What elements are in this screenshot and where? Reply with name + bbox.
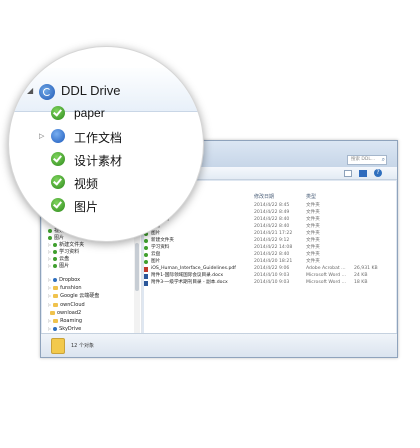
collapse-arrow-icon[interactable]: ◢ xyxy=(27,86,33,95)
folder-icon xyxy=(53,285,59,290)
search-placeholder: 搜索 DDL... xyxy=(351,157,376,162)
search-input[interactable]: 搜索 DDL... ⌕ xyxy=(347,155,387,165)
nav-item[interactable]: ▷ SkyDrive xyxy=(48,326,81,332)
nav-item[interactable]: ownload2 xyxy=(48,310,81,316)
skydrive-icon xyxy=(53,326,58,331)
file-row[interactable]: 设计素材2014/4/22 8:40文件夹 xyxy=(144,217,396,223)
search-icon[interactable]: ⌕ xyxy=(382,156,385,164)
nav-item[interactable]: ▷ 图片 xyxy=(48,263,69,269)
sync-blue-icon xyxy=(51,129,65,143)
word-doc-icon xyxy=(144,281,148,286)
status-bar: 12 个对象 xyxy=(41,333,397,357)
help-icon[interactable]: ? xyxy=(374,169,382,177)
nav-item[interactable]: ▷ 学习资料 xyxy=(48,249,79,255)
sync-check-icon xyxy=(53,249,58,254)
folder-icon xyxy=(53,293,59,298)
file-row[interactable]: iOS_Human_Interface_Guidelines.pdf 2014/4… xyxy=(144,266,396,272)
column-header-type[interactable]: 类型 xyxy=(306,193,316,200)
item-count: 12 个对象 xyxy=(71,343,94,349)
file-row[interactable]: 附件1-国际领域国际会议目录.docx 2014/4/10 9:03 Microso… xyxy=(144,273,396,279)
sync-check-icon xyxy=(144,260,148,264)
column-header-date[interactable]: 修改日期 xyxy=(254,193,274,200)
sync-check-icon xyxy=(53,263,58,268)
sync-check-icon xyxy=(51,175,65,189)
view-options-icon[interactable] xyxy=(344,170,352,177)
sync-check-icon xyxy=(51,152,65,166)
nav-item[interactable]: ▷ funshion xyxy=(48,285,82,291)
sync-check-icon xyxy=(53,242,58,247)
file-row[interactable]: 工作文档2014/4/22 8:49文件夹 xyxy=(144,210,396,216)
file-row[interactable]: 附件3-一级学术期刊目录 - 副本.docx 2014/4/10 9:03 Micr… xyxy=(144,280,396,286)
sync-check-icon xyxy=(144,246,148,250)
sync-check-icon xyxy=(51,198,65,212)
sync-check-icon xyxy=(144,239,148,243)
file-row[interactable]: 新建文件夹 2014/4/22 9:12 文件夹 xyxy=(144,238,396,244)
file-row[interactable]: 云盘 2014/4/22 8:40 文件夹 xyxy=(144,252,396,258)
preview-pane-icon[interactable] xyxy=(359,170,367,177)
folder-icon xyxy=(53,318,59,323)
ddl-drive-icon xyxy=(39,84,55,100)
folder-icon xyxy=(50,310,55,315)
file-row[interactable]: 视频2014/4/22 8:40文件夹 xyxy=(144,224,396,230)
nav-item[interactable]: ▷ 云盘 xyxy=(48,256,69,262)
folder-icon xyxy=(53,302,59,307)
nav-item[interactable]: ▷ Dropbox xyxy=(48,277,80,283)
dropbox-icon xyxy=(53,277,58,282)
nav-item[interactable]: ▷ Google 云端硬盘 xyxy=(48,293,99,299)
folder-icon xyxy=(51,338,65,354)
drive-title[interactable]: DDL Drive xyxy=(61,83,120,98)
pdf-icon xyxy=(144,267,148,272)
nav-item[interactable]: ▷ Roaming xyxy=(48,318,82,324)
expand-arrow-icon[interactable]: ▷ xyxy=(39,132,44,140)
sync-check-icon xyxy=(51,106,65,120)
magnifier-lens: ◢ DDL Drive paper 工作文档 ▷ 设计素材 视频 图片 xyxy=(8,46,204,242)
nav-item[interactable]: 图片 xyxy=(48,235,64,241)
nav-item[interactable]: ▷ 新建文件夹 xyxy=(48,242,84,248)
nav-item[interactable]: ▷ ownCloud xyxy=(48,302,85,308)
file-row[interactable]: 图片 2014/4/20 18:21 文件夹 xyxy=(144,259,396,265)
word-doc-icon xyxy=(144,274,148,279)
scrollbar-thumb[interactable] xyxy=(135,243,139,291)
file-row[interactable]: 图片 2014/4/21 17:22 文件夹 xyxy=(144,231,396,237)
sync-check-icon xyxy=(48,235,52,240)
sync-check-icon xyxy=(53,256,58,261)
sync-check-icon xyxy=(144,253,148,257)
file-row[interactable]: 学习资料 2014/4/22 14:08 文件夹 xyxy=(144,245,396,251)
sync-check-icon xyxy=(48,228,52,233)
